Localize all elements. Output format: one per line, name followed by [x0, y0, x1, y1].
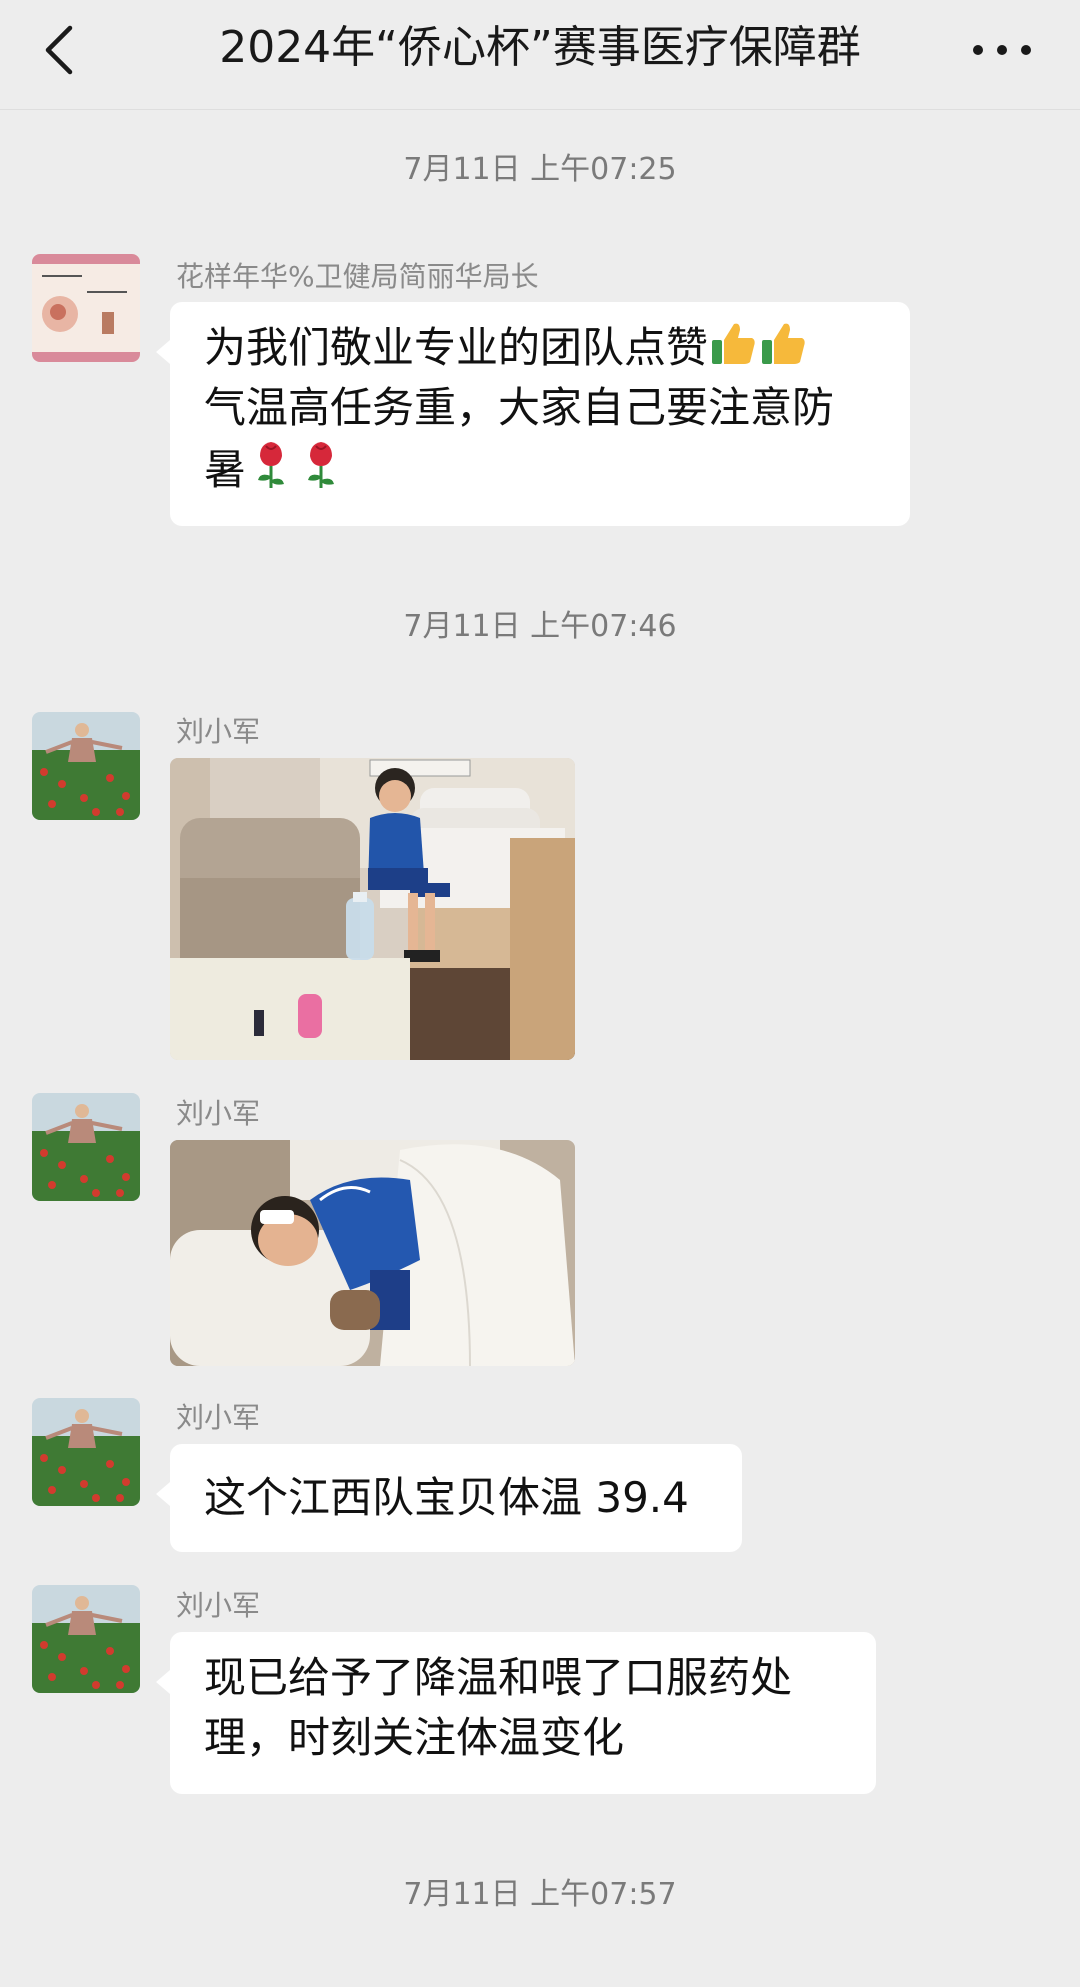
- timestamp: 7月11日 上午07:57: [403, 1877, 677, 1912]
- avatar[interactable]: [32, 1398, 140, 1506]
- thumbs-up-icon: [762, 323, 805, 364]
- message-bubble[interactable]: 为我们敬业专业的团队点赞 气温高任务重，大家自己要注意防 暑: [156, 302, 910, 526]
- photo-message[interactable]: [170, 1140, 575, 1366]
- chat-title: 2024年“侨心杯”赛事医疗保障群: [219, 22, 861, 73]
- timestamp: 7月11日 上午07:25: [403, 152, 677, 187]
- message-text: 这个江西队宝贝体温 39.4: [204, 1473, 689, 1522]
- sender-name: 刘小军: [176, 1401, 261, 1434]
- message-text: 为我们敬业专业的团队点赞: [204, 323, 709, 372]
- chevron-left-icon[interactable]: [40, 22, 80, 78]
- photo-message[interactable]: [170, 758, 575, 1060]
- sender-name: 刘小军: [176, 1589, 261, 1622]
- avatar[interactable]: [32, 254, 140, 362]
- message-text: 气温高任务重，大家自己要注意防: [204, 383, 835, 432]
- more-dots-icon[interactable]: [972, 44, 1032, 56]
- message-bubble[interactable]: 这个江西队宝贝体温 39.4: [156, 1444, 742, 1552]
- chat-header: 2024年“侨心杯”赛事医疗保障群: [0, 0, 1080, 110]
- avatar[interactable]: [32, 1093, 140, 1201]
- message-text: 现已给予了降温和喂了口服药处: [204, 1653, 793, 1702]
- sender-name: 花样年华%卫健局简丽华局长: [176, 260, 539, 293]
- message-text: 理，时刻关注体温变化: [204, 1713, 625, 1762]
- message-text: 暑: [204, 445, 247, 494]
- message-bubble[interactable]: 现已给予了降温和喂了口服药处 理，时刻关注体温变化: [156, 1632, 876, 1794]
- sender-name: 刘小军: [176, 1097, 261, 1130]
- sender-name: 刘小军: [176, 715, 261, 748]
- thumbs-up-icon: [712, 323, 755, 364]
- avatar[interactable]: [32, 1585, 140, 1693]
- timestamp: 7月11日 上午07:46: [403, 609, 677, 644]
- rose-icon: [308, 442, 335, 488]
- avatar[interactable]: [32, 712, 140, 820]
- rose-icon: [258, 442, 285, 488]
